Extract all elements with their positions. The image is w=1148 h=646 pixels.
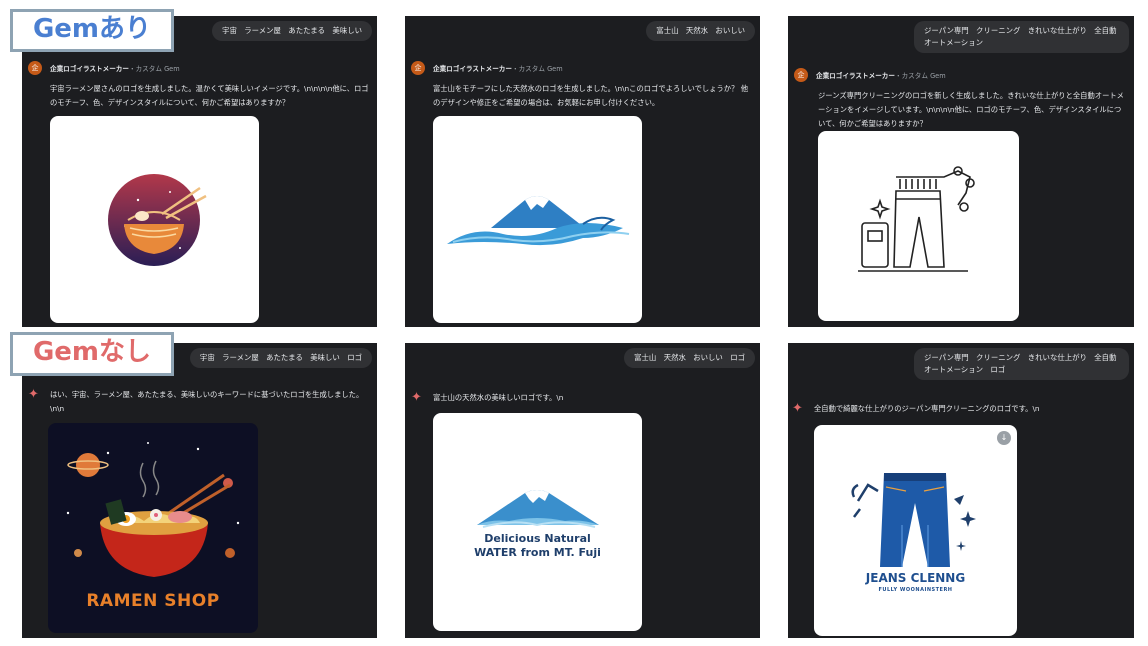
agent-avatar: 企 (28, 61, 42, 75)
generated-logo-image[interactable]: Delicious Natural WATER from MT. Fuji (433, 413, 642, 631)
jeans-clean-logo-graphic (851, 473, 976, 567)
agent-name: 企業ロゴイラストメーカー (816, 72, 895, 80)
generated-logo-image[interactable]: RAMEN SHOP (48, 423, 258, 633)
logo-text-jeans-title: JEANS CLENNG (865, 571, 966, 585)
logo-text-jeans-sub: FULLY WOONAINSTERH (878, 587, 953, 593)
agent-type: ・カスタム Gem (129, 65, 180, 73)
agent-response: 宇宙ラーメン屋さんのロゴを生成しました。温かくて美味しいイメージです。\n\n\… (50, 84, 369, 107)
fuji-water-logo-graphic (477, 490, 599, 528)
agent-header: 企 企業ロゴイラストメーカー・カスタム Gem (794, 68, 946, 82)
gemini-spark-icon: ✦ (792, 401, 803, 416)
gemini-spark-icon: ✦ (411, 390, 422, 405)
logo-text-line1: Delicious Natural (484, 532, 591, 545)
jeans-line-logo-graphic (858, 166, 975, 272)
chat-panel-fuji-gem: 富士山 天然水 おいしい 企 企業ロゴイラストメーカー・カスタム Gem 富士山… (405, 16, 760, 327)
user-prompt-bubble: 富士山 天然水 おいしい (646, 21, 755, 41)
agent-type: ・カスタム Gem (895, 72, 946, 80)
chat-panel-ramen-gem: 宇宙 ラーメン屋 あたたまる 美味しい 企 企業ロゴイラストメーカー・カスタム … (22, 16, 377, 327)
agent-header: 企 企業ロゴイラストメーカー・カスタム Gem (28, 61, 180, 75)
chat-panel-jeans-nogem: ジーパン専門 クリーニング きれいな仕上がり 全自動オートメーション ロゴ ✦ … (788, 343, 1134, 638)
model-response: はい、宇宙、ラーメン屋、あたたまる、美味しいのキーワードに基づいたロゴを生成しま… (50, 390, 364, 413)
user-prompt-bubble: 富士山 天然水 おいしい ロゴ (624, 348, 755, 368)
generated-logo-image[interactable]: ↓ JEANS CLENNG FULLY WOONAINSTERH (814, 425, 1017, 636)
gemini-spark-icon: ✦ (28, 387, 39, 402)
model-response: 富士山の天然水の美味しいロゴです。\n (433, 393, 564, 402)
agent-name: 企業ロゴイラストメーカー (50, 65, 129, 73)
agent-name: 企業ロゴイラストメーカー (433, 65, 512, 73)
agent-avatar: 企 (411, 61, 425, 75)
label-with-gem: Gemあり (10, 9, 174, 52)
chat-panel-jeans-gem: ジーパン専門 クリーニング きれいな仕上がり 全自動オートメーション 企 企業ロ… (788, 16, 1134, 327)
user-prompt-bubble: ジーパン専門 クリーニング きれいな仕上がり 全自動オートメーション (914, 21, 1129, 53)
fuji-logo-graphic (447, 196, 630, 246)
user-prompt-bubble: ジーパン専門 クリーニング きれいな仕上がり 全自動オートメーション ロゴ (914, 348, 1129, 380)
ramen-logo-graphic (108, 174, 207, 266)
user-prompt-bubble: 宇宙 ラーメン屋 あたたまる 美味しい (212, 21, 372, 41)
agent-response: 富士山をモチーフにした天然水のロゴを生成しました。\n\nこのロゴでよろしいでし… (433, 84, 748, 107)
user-prompt-bubble: 宇宙 ラーメン屋 あたたまる 美味しい ロゴ (189, 348, 372, 368)
agent-type: ・カスタム Gem (512, 65, 563, 73)
agent-header: 企 企業ロゴイラストメーカー・カスタム Gem (411, 61, 563, 75)
chat-panel-fuji-nogem: 富士山 天然水 おいしい ロゴ ✦ 富士山の天然水の美味しいロゴです。\n De… (405, 343, 760, 638)
agent-response: ジーンズ専門クリーニングのロゴを新しく生成しました。きれいな仕上がりと全自動オー… (818, 91, 1124, 128)
generated-logo-image[interactable] (433, 116, 642, 323)
logo-text-ramen-shop: RAMEN SHOP (86, 591, 220, 611)
logo-text-line2: WATER from MT. Fuji (474, 546, 601, 559)
generated-logo-image[interactable] (50, 116, 259, 323)
model-response: 全自動で綺麗な仕上がりのジーパン専門クリーニングのロゴです。\n (814, 404, 1040, 413)
agent-avatar: 企 (794, 68, 808, 82)
chat-panel-ramen-nogem: 宇宙 ラーメン屋 あたたまる 美味しい ロゴ ✦ はい、宇宙、ラーメン屋、あたた… (22, 343, 377, 638)
label-without-gem: Gemなし (10, 332, 174, 376)
generated-logo-image[interactable] (818, 131, 1019, 321)
